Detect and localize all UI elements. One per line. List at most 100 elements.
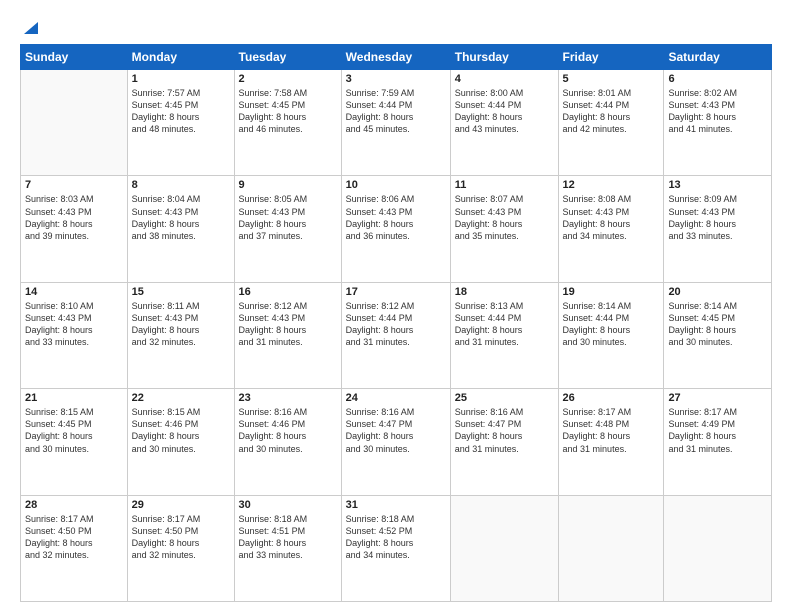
calendar-cell: 28 Sunrise: 8:17 AMSunset: 4:50 PMDayligh…: [21, 495, 128, 601]
calendar-day-header-monday: Monday: [127, 45, 234, 70]
day-number: 10: [346, 179, 446, 191]
day-number: 31: [346, 499, 446, 511]
logo: [20, 18, 40, 36]
day-number: 5: [563, 73, 660, 85]
cell-info: Sunrise: 8:17 AMSunset: 4:50 PMDaylight:…: [132, 513, 230, 562]
day-number: 16: [239, 286, 337, 298]
day-number: 17: [346, 286, 446, 298]
cell-info: Sunrise: 8:08 AMSunset: 4:43 PMDaylight:…: [563, 193, 660, 242]
calendar-cell: 25 Sunrise: 8:16 AMSunset: 4:47 PMDayligh…: [450, 389, 558, 495]
day-number: 15: [132, 286, 230, 298]
calendar-day-header-wednesday: Wednesday: [341, 45, 450, 70]
day-number: 19: [563, 286, 660, 298]
calendar-cell: 16 Sunrise: 8:12 AMSunset: 4:43 PMDayligh…: [234, 282, 341, 388]
calendar-cell: 5 Sunrise: 8:01 AMSunset: 4:44 PMDaylight…: [558, 70, 664, 176]
calendar-day-header-sunday: Sunday: [21, 45, 128, 70]
day-number: 25: [455, 392, 554, 404]
calendar-day-header-friday: Friday: [558, 45, 664, 70]
cell-info: Sunrise: 8:12 AMSunset: 4:43 PMDaylight:…: [239, 300, 337, 349]
day-number: 4: [455, 73, 554, 85]
calendar-cell: 9Sunrise: 8:05 AMSunset: 4:43 PMDaylight…: [234, 176, 341, 282]
calendar-cell: 12 Sunrise: 8:08 AMSunset: 4:43 PMDayligh…: [558, 176, 664, 282]
day-number: 2: [239, 73, 337, 85]
calendar-cell: 29 Sunrise: 8:17 AMSunset: 4:50 PMDayligh…: [127, 495, 234, 601]
calendar-week-row: 1 Sunrise: 7:57 AMSunset: 4:45 PMDaylight…: [21, 70, 772, 176]
cell-info: Sunrise: 8:02 AMSunset: 4:43 PMDaylight:…: [668, 87, 767, 136]
calendar-cell: 22 Sunrise: 8:15 AMSunset: 4:46 PMDayligh…: [127, 389, 234, 495]
calendar-week-row: 28 Sunrise: 8:17 AMSunset: 4:50 PMDayligh…: [21, 495, 772, 601]
cell-info: Sunrise: 8:12 AMSunset: 4:44 PMDaylight:…: [346, 300, 446, 349]
calendar-header-row: SundayMondayTuesdayWednesdayThursdayFrid…: [21, 45, 772, 70]
cell-info: Sunrise: 8:16 AMSunset: 4:47 PMDaylight:…: [346, 406, 446, 455]
cell-info: Sunrise: 8:14 AMSunset: 4:44 PMDaylight:…: [563, 300, 660, 349]
cell-info: Sunrise: 8:16 AMSunset: 4:46 PMDaylight:…: [239, 406, 337, 455]
calendar-table: SundayMondayTuesdayWednesdayThursdayFrid…: [20, 44, 772, 602]
calendar-cell: 31 Sunrise: 8:18 AMSunset: 4:52 PMDayligh…: [341, 495, 450, 601]
day-number: 28: [25, 499, 123, 511]
cell-info: Sunrise: 8:07 AMSunset: 4:43 PMDaylight:…: [455, 193, 554, 242]
cell-info: Sunrise: 8:17 AMSunset: 4:50 PMDaylight:…: [25, 513, 123, 562]
calendar-day-header-saturday: Saturday: [664, 45, 772, 70]
day-number: 12: [563, 179, 660, 191]
day-number: 11: [455, 179, 554, 191]
logo-icon: [22, 18, 40, 36]
calendar-cell: 23 Sunrise: 8:16 AMSunset: 4:46 PMDayligh…: [234, 389, 341, 495]
cell-info: Sunrise: 8:03 AMSunset: 4:43 PMDaylight:…: [25, 193, 123, 242]
calendar-week-row: 7 Sunrise: 8:03 AMSunset: 4:43 PMDaylight…: [21, 176, 772, 282]
cell-info: Sunrise: 8:18 AMSunset: 4:52 PMDaylight:…: [346, 513, 446, 562]
day-number: 9: [239, 179, 337, 191]
calendar-cell: 15 Sunrise: 8:11 AMSunset: 4:43 PMDayligh…: [127, 282, 234, 388]
calendar-cell: [558, 495, 664, 601]
cell-info: Sunrise: 8:04 AMSunset: 4:43 PMDaylight:…: [132, 193, 230, 242]
cell-info: Sunrise: 8:17 AMSunset: 4:49 PMDaylight:…: [668, 406, 767, 455]
calendar-cell: 24 Sunrise: 8:16 AMSunset: 4:47 PMDayligh…: [341, 389, 450, 495]
cell-info: Sunrise: 8:13 AMSunset: 4:44 PMDaylight:…: [455, 300, 554, 349]
day-number: 27: [668, 392, 767, 404]
cell-info: Sunrise: 7:57 AMSunset: 4:45 PMDaylight:…: [132, 87, 230, 136]
calendar-cell: 19 Sunrise: 8:14 AMSunset: 4:44 PMDayligh…: [558, 282, 664, 388]
calendar-cell: 1 Sunrise: 7:57 AMSunset: 4:45 PMDaylight…: [127, 70, 234, 176]
calendar-cell: 3 Sunrise: 7:59 AMSunset: 4:44 PMDaylight…: [341, 70, 450, 176]
calendar-cell: 8 Sunrise: 8:04 AMSunset: 4:43 PMDaylight…: [127, 176, 234, 282]
calendar-cell: [450, 495, 558, 601]
calendar-cell: 26 Sunrise: 8:17 AMSunset: 4:48 PMDayligh…: [558, 389, 664, 495]
cell-info: Sunrise: 8:06 AMSunset: 4:43 PMDaylight:…: [346, 193, 446, 242]
calendar-cell: 2Sunrise: 7:58 AMSunset: 4:45 PMDaylight…: [234, 70, 341, 176]
cell-info: Sunrise: 8:11 AMSunset: 4:43 PMDaylight:…: [132, 300, 230, 349]
day-number: 1: [132, 73, 230, 85]
day-number: 3: [346, 73, 446, 85]
day-number: 24: [346, 392, 446, 404]
calendar-cell: 21 Sunrise: 8:15 AMSunset: 4:45 PMDayligh…: [21, 389, 128, 495]
calendar-cell: [21, 70, 128, 176]
cell-info: Sunrise: 7:59 AMSunset: 4:44 PMDaylight:…: [346, 87, 446, 136]
day-number: 13: [668, 179, 767, 191]
calendar-cell: 30 Sunrise: 8:18 AMSunset: 4:51 PMDayligh…: [234, 495, 341, 601]
calendar-cell: 17 Sunrise: 8:12 AMSunset: 4:44 PMDayligh…: [341, 282, 450, 388]
calendar-week-row: 14Sunrise: 8:10 AMSunset: 4:43 PMDayligh…: [21, 282, 772, 388]
day-number: 29: [132, 499, 230, 511]
cell-info: Sunrise: 8:14 AMSunset: 4:45 PMDaylight:…: [668, 300, 767, 349]
cell-info: Sunrise: 8:00 AMSunset: 4:44 PMDaylight:…: [455, 87, 554, 136]
calendar-cell: 6 Sunrise: 8:02 AMSunset: 4:43 PMDaylight…: [664, 70, 772, 176]
day-number: 22: [132, 392, 230, 404]
day-number: 8: [132, 179, 230, 191]
cell-info: Sunrise: 8:16 AMSunset: 4:47 PMDaylight:…: [455, 406, 554, 455]
day-number: 23: [239, 392, 337, 404]
day-number: 7: [25, 179, 123, 191]
cell-info: Sunrise: 8:15 AMSunset: 4:46 PMDaylight:…: [132, 406, 230, 455]
calendar-cell: 7 Sunrise: 8:03 AMSunset: 4:43 PMDaylight…: [21, 176, 128, 282]
day-number: 26: [563, 392, 660, 404]
cell-info: Sunrise: 8:17 AMSunset: 4:48 PMDaylight:…: [563, 406, 660, 455]
calendar-day-header-tuesday: Tuesday: [234, 45, 341, 70]
header: [20, 18, 772, 36]
day-number: 6: [668, 73, 767, 85]
page: SundayMondayTuesdayWednesdayThursdayFrid…: [0, 0, 792, 612]
calendar-week-row: 21 Sunrise: 8:15 AMSunset: 4:45 PMDayligh…: [21, 389, 772, 495]
cell-info: Sunrise: 8:09 AMSunset: 4:43 PMDaylight:…: [668, 193, 767, 242]
cell-info: Sunrise: 8:18 AMSunset: 4:51 PMDaylight:…: [239, 513, 337, 562]
cell-info: Sunrise: 8:10 AMSunset: 4:43 PMDaylight:…: [25, 300, 123, 349]
cell-info: Sunrise: 8:01 AMSunset: 4:44 PMDaylight:…: [563, 87, 660, 136]
day-number: 30: [239, 499, 337, 511]
day-number: 21: [25, 392, 123, 404]
cell-info: Sunrise: 8:15 AMSunset: 4:45 PMDaylight:…: [25, 406, 123, 455]
